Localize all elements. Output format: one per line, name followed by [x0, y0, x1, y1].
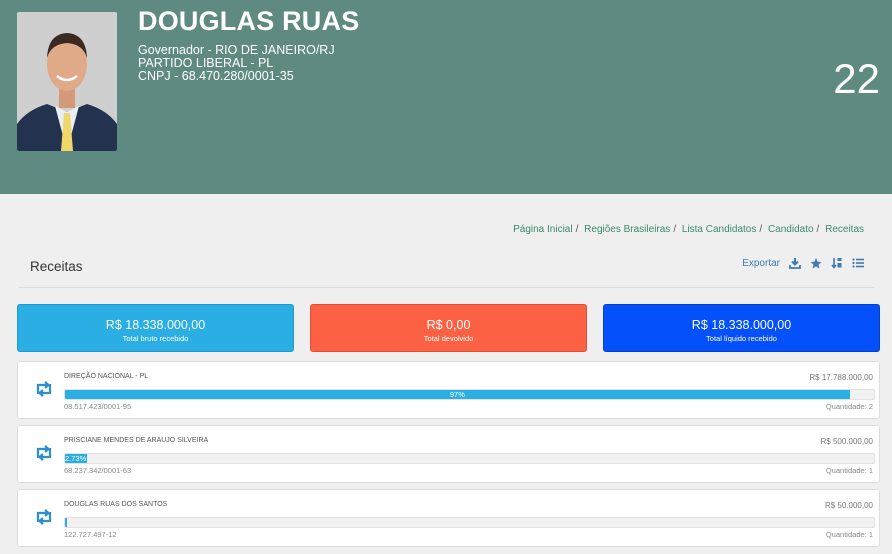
breadcrumb-receitas[interactable]: Receitas — [825, 224, 864, 235]
breadcrumb: Página Inicial / Regiões Brasileiras / Lis… — [513, 224, 864, 235]
candidate-header: DOUGLAS RUAS Governador - RIO DE JANEIRO… — [0, 0, 892, 194]
total-net-label: Total líquido recebido — [706, 334, 777, 343]
breadcrumb-candidate[interactable]: Candidato — [768, 224, 814, 235]
donor-card[interactable]: PRISCIANE MENDES DE ARAUJO SILVEIRA R$ 5… — [17, 425, 880, 483]
page-title: Receitas — [30, 259, 83, 274]
total-returned-value: R$ 0,00 — [426, 318, 471, 332]
total-gross-card: R$ 18.338.000,00 Total bruto recebido — [17, 304, 294, 352]
toolbar: Exportar — [742, 257, 864, 269]
download-icon[interactable] — [789, 257, 801, 269]
donor-document: 08.517.423/0001-95 — [64, 402, 132, 411]
transfer-icon — [34, 380, 54, 398]
donor-quantity: Quantidade: 2 — [825, 402, 873, 411]
donor-percent: 2.73% — [65, 454, 87, 463]
donor-card[interactable]: DIREÇÃO NACIONAL - PL R$ 17.788.000,00 9… — [17, 361, 880, 419]
breadcrumb-home[interactable]: Página Inicial — [513, 224, 572, 235]
donor-progress-bar: 97% — [64, 389, 875, 400]
totals-row: R$ 18.338.000,00 Total bruto recebido R$… — [17, 304, 880, 352]
donor-card[interactable]: DOUGLAS RUAS DOS SANTOS R$ 50.000,00 122… — [17, 489, 880, 547]
donor-progress-bar: 2.73% — [64, 453, 875, 464]
export-button[interactable]: Exportar — [742, 258, 780, 269]
breadcrumb-regions[interactable]: Regiões Brasileiras — [584, 224, 670, 235]
star-icon[interactable] — [810, 257, 822, 269]
donor-amount: R$ 500.000,00 — [820, 437, 874, 446]
donor-document: 68.237.342/0001-63 — [64, 466, 132, 475]
donor-name: PRISCIANE MENDES DE ARAUJO SILVEIRA — [64, 437, 209, 444]
total-returned-card: R$ 0,00 Total devolvido — [310, 304, 587, 352]
donor-quantity: Quantidade: 1 — [825, 530, 873, 539]
donor-name: DOUGLAS RUAS DOS SANTOS — [64, 501, 168, 508]
breadcrumb-separator: / — [575, 224, 579, 235]
donor-quantity: Quantidade: 1 — [825, 466, 873, 475]
donor-progress-fill — [65, 518, 68, 527]
transfer-icon — [34, 508, 54, 526]
donor-percent: 97% — [449, 390, 465, 399]
candidate-info: Governador - RIO DE JANEIRO/RJ PARTIDO L… — [138, 44, 335, 83]
divider — [18, 287, 874, 288]
total-net-card: R$ 18.338.000,00 Total líquido recebido — [603, 304, 880, 352]
candidate-number: 22 — [833, 55, 880, 102]
total-gross-label: Total bruto recebido — [122, 334, 189, 343]
candidate-photo — [17, 12, 117, 151]
candidate-name: DOUGLAS RUAS — [138, 6, 360, 36]
list-icon[interactable] — [852, 257, 864, 269]
candidate-cnpj: CNPJ - 68.470.280/0001-35 — [138, 69, 294, 83]
total-gross-value: R$ 18.338.000,00 — [105, 318, 206, 332]
total-net-value: R$ 18.338.000,00 — [691, 318, 792, 332]
total-returned-label: Total devolvido — [423, 334, 474, 343]
breadcrumb-separator: / — [816, 224, 820, 235]
donor-amount: R$ 50.000,00 — [824, 501, 873, 510]
breadcrumb-separator: / — [673, 224, 677, 235]
donor-amount: R$ 17.788.000,00 — [809, 373, 873, 382]
breadcrumb-separator: / — [759, 224, 763, 235]
transfer-icon — [34, 444, 54, 462]
donor-progress-bar — [64, 517, 875, 528]
sort-icon[interactable] — [831, 257, 843, 269]
donor-name: DIREÇÃO NACIONAL - PL — [64, 373, 149, 380]
donor-document: 122.727.497-12 — [64, 530, 117, 539]
breadcrumb-candidate-list[interactable]: Lista Candidatos — [682, 224, 757, 235]
